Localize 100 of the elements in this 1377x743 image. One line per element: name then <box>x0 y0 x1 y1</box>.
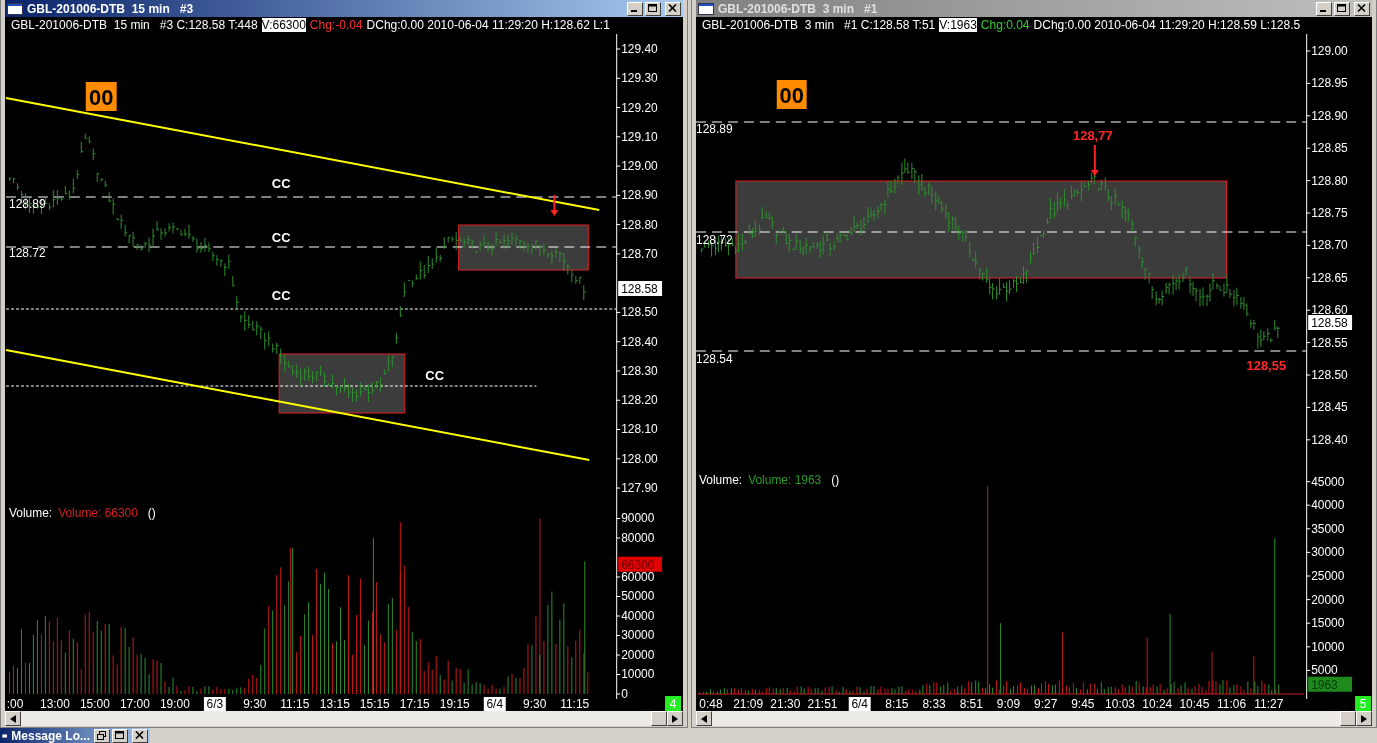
price-tick: 129.10 <box>621 129 658 144</box>
volume-tick: 5000 <box>1311 663 1338 678</box>
price-tick: 128.75 <box>1311 206 1348 220</box>
price-tick: 128.00 <box>621 451 658 466</box>
price-tick: 128.45 <box>1311 400 1348 415</box>
price-tick: 128.60 <box>1311 303 1348 318</box>
level-label: 128.72 <box>9 246 46 260</box>
price-tick: 128.90 <box>1311 108 1348 123</box>
date-label: 6/4 <box>483 697 506 711</box>
last-volume-label: 66300 <box>618 556 663 572</box>
volume-tick: 50000 <box>621 589 655 604</box>
time-label: 11:27 <box>1254 697 1284 711</box>
volume-panel-title: Volume: Volume: 66300 () <box>9 506 156 520</box>
time-label: 21:30 <box>770 697 801 711</box>
time-label: 13:15 <box>319 697 350 711</box>
volume-tick: 10000 <box>621 667 655 682</box>
time-label: 15:00 <box>80 697 110 711</box>
price-tick: 128.80 <box>621 217 658 232</box>
time-label: 9:30 <box>523 697 547 711</box>
volume-tick: 45000 <box>1311 474 1345 489</box>
price-tick: 129.00 <box>1311 44 1348 58</box>
volume-tick: 10000 <box>1311 639 1345 654</box>
change-summary: Chg:0.04 <box>980 18 1030 32</box>
price-tick: 128.30 <box>621 363 658 378</box>
last-price-label: 128.58 <box>618 281 663 296</box>
marker-label: 00 <box>85 82 117 111</box>
last-price-label: 128.58 <box>1308 315 1353 330</box>
window-title: Message Lo... <box>11 728 90 743</box>
price-tick: 128.70 <box>1311 238 1348 253</box>
chart-note: CC <box>271 230 291 245</box>
chart-note: CC <box>271 176 291 191</box>
minimized-window[interactable]: Message Lo... <box>0 728 150 743</box>
change-summary: Chg:-0.04 <box>309 18 363 32</box>
time-label: 11:15 <box>560 697 590 711</box>
time-label: 19:15 <box>439 697 470 711</box>
time-label: 10:03 <box>1105 697 1135 711</box>
session-details: DChg:0.00 2010-06-04 11:29:20 H:128.62 L:1 <box>366 18 610 32</box>
time-label: 8:51 <box>959 697 983 711</box>
volume-tick: 60000 <box>621 570 655 584</box>
price-tick: 128.90 <box>621 188 658 203</box>
time-label: 10:45 <box>1179 697 1210 711</box>
page-badge: 4 <box>665 696 681 711</box>
chart-note: CC <box>425 368 445 383</box>
price-tick: 128.85 <box>1311 141 1348 156</box>
price-tick: 128.50 <box>1311 368 1348 382</box>
price-tick: 128.70 <box>621 246 658 261</box>
time-label: 9:27 <box>1034 697 1058 711</box>
time-label: 15:15 <box>359 697 390 711</box>
volume-tick: 80000 <box>621 531 655 545</box>
time-label: 8:15 <box>885 697 909 711</box>
level-label: 128.89 <box>696 122 733 136</box>
price-tick: 129.00 <box>621 159 658 174</box>
price-tick: 129.20 <box>621 100 658 115</box>
time-label: 21:09 <box>733 697 764 711</box>
price-tick: 128.50 <box>621 305 658 320</box>
chart-note: 128,77 <box>1073 128 1113 143</box>
level-label: 128.89 <box>9 197 46 211</box>
price-tick: 127.90 <box>621 481 658 496</box>
time-label: 17:00 <box>119 697 150 711</box>
date-label: 6/4 <box>848 697 871 711</box>
time-label: 19:00 <box>159 697 190 711</box>
time-label: 9:30 <box>243 697 267 711</box>
price-tick: 128.40 <box>1311 432 1348 447</box>
volume-summary: V:66300 <box>261 18 306 32</box>
price-tick: 128.95 <box>1311 76 1348 91</box>
date-label: 6/3 <box>203 697 226 711</box>
time-label: 9:45 <box>1071 697 1095 711</box>
volume-tick: 35000 <box>1311 521 1345 536</box>
volume-tick: 40000 <box>1311 498 1345 513</box>
volume-summary: V:1963 <box>939 18 977 32</box>
volume-tick: 15000 <box>1311 616 1345 631</box>
volume-tick: 30000 <box>621 628 655 643</box>
price-tick: 129.40 <box>621 42 658 56</box>
level-label: 128.72 <box>696 233 733 247</box>
volume-tick: 40000 <box>621 609 655 623</box>
volume-tick: 25000 <box>1311 569 1345 583</box>
instrument-summary: GBL-201006-DTB 3 min #1 C:128.58 T:51 <box>702 18 936 32</box>
price-tick: 128.40 <box>621 334 658 349</box>
window-title: GBL-201006-DTB 3 min #1 <box>718 1 879 16</box>
time-label: 0:48 <box>699 697 723 711</box>
time-label: 21:51 <box>807 697 838 711</box>
time-label: 11:15 <box>280 697 310 711</box>
instrument-summary: GBL-201006-DTB 15 min #3 C:128.58 T:448 <box>11 18 258 32</box>
level-label: 128.54 <box>696 352 733 366</box>
session-details: DChg:0.00 2010-06-04 11:29:20 H:128.59 L:128.5 <box>1033 18 1301 32</box>
volume-tick: 0 <box>621 687 628 701</box>
volume-tick: 20000 <box>1311 592 1345 607</box>
price-tick: 128.10 <box>621 422 658 437</box>
volume-tick: 90000 <box>621 511 655 526</box>
volume-panel-title: Volume: Volume: 1963 () <box>699 473 840 487</box>
time-label: 11:06 <box>1217 697 1247 711</box>
volume-tick: 30000 <box>1311 545 1345 560</box>
price-tick: 128.55 <box>1311 335 1348 350</box>
volume-tick: 20000 <box>621 648 655 662</box>
price-tick: 128.20 <box>621 393 658 408</box>
price-tick: 128.65 <box>1311 270 1348 285</box>
time-label: 10:24 <box>1142 697 1173 711</box>
time-label: 8:33 <box>922 697 946 711</box>
last-volume-label: 1963 <box>1308 676 1353 692</box>
price-tick: 128.80 <box>1311 173 1348 188</box>
